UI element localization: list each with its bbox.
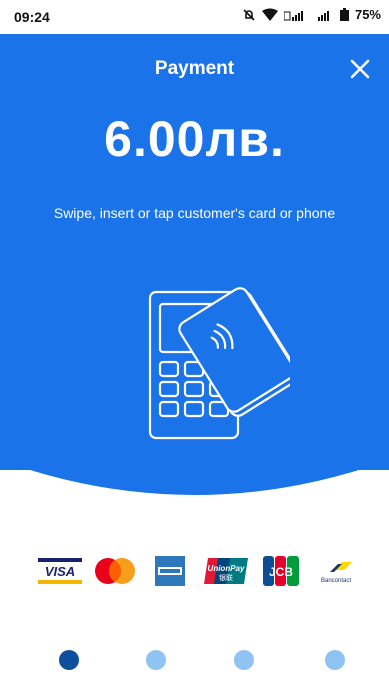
status-bar: 09:24 75% — [0, 0, 389, 34]
jcb-logo: JCB — [259, 554, 303, 588]
page-title: Payment — [154, 58, 235, 79]
battery-level: 75% — [354, 7, 381, 22]
visa-logo: VISA — [38, 554, 82, 588]
signal-icon — [283, 10, 303, 21]
amex-logo — [148, 554, 192, 588]
pager-dot-4[interactable] — [325, 650, 345, 670]
svg-text:JCB: JCB — [269, 565, 293, 579]
status-time: 09:24 — [14, 9, 50, 25]
close-icon[interactable] — [347, 56, 373, 82]
mute-icon — [243, 8, 255, 21]
pager-dot-3[interactable] — [234, 650, 254, 670]
payment-screen: 09:24 75% Payment 6.00лв. Swipe, insert … — [0, 0, 389, 693]
card-brand-logos: VISA UnionPay 银联 JCB Bancontact — [38, 551, 358, 591]
pager-dot-1-active[interactable] — [59, 650, 79, 670]
battery-icon — [339, 8, 349, 21]
pager-dots — [48, 650, 348, 672]
svg-text:VISA: VISA — [45, 564, 75, 579]
svg-text:Bancontact: Bancontact — [321, 578, 351, 584]
svg-text:UnionPay: UnionPay — [207, 564, 244, 573]
svg-text:银联: 银联 — [219, 573, 233, 582]
payment-instruction: Swipe, insert or tap customer's card or … — [53, 205, 336, 221]
card-terminal-illustration — [148, 287, 290, 440]
signal-icon-2 — [317, 10, 329, 21]
wifi-icon — [261, 8, 278, 21]
payment-amount: 6.00лв. — [104, 111, 285, 167]
unionpay-logo: UnionPay 银联 — [203, 554, 248, 588]
mastercard-logo — [93, 554, 137, 588]
bancontact-logo: Bancontact — [314, 554, 358, 588]
status-icons: 75% — [242, 7, 381, 22]
pager-dot-2[interactable] — [146, 650, 166, 670]
